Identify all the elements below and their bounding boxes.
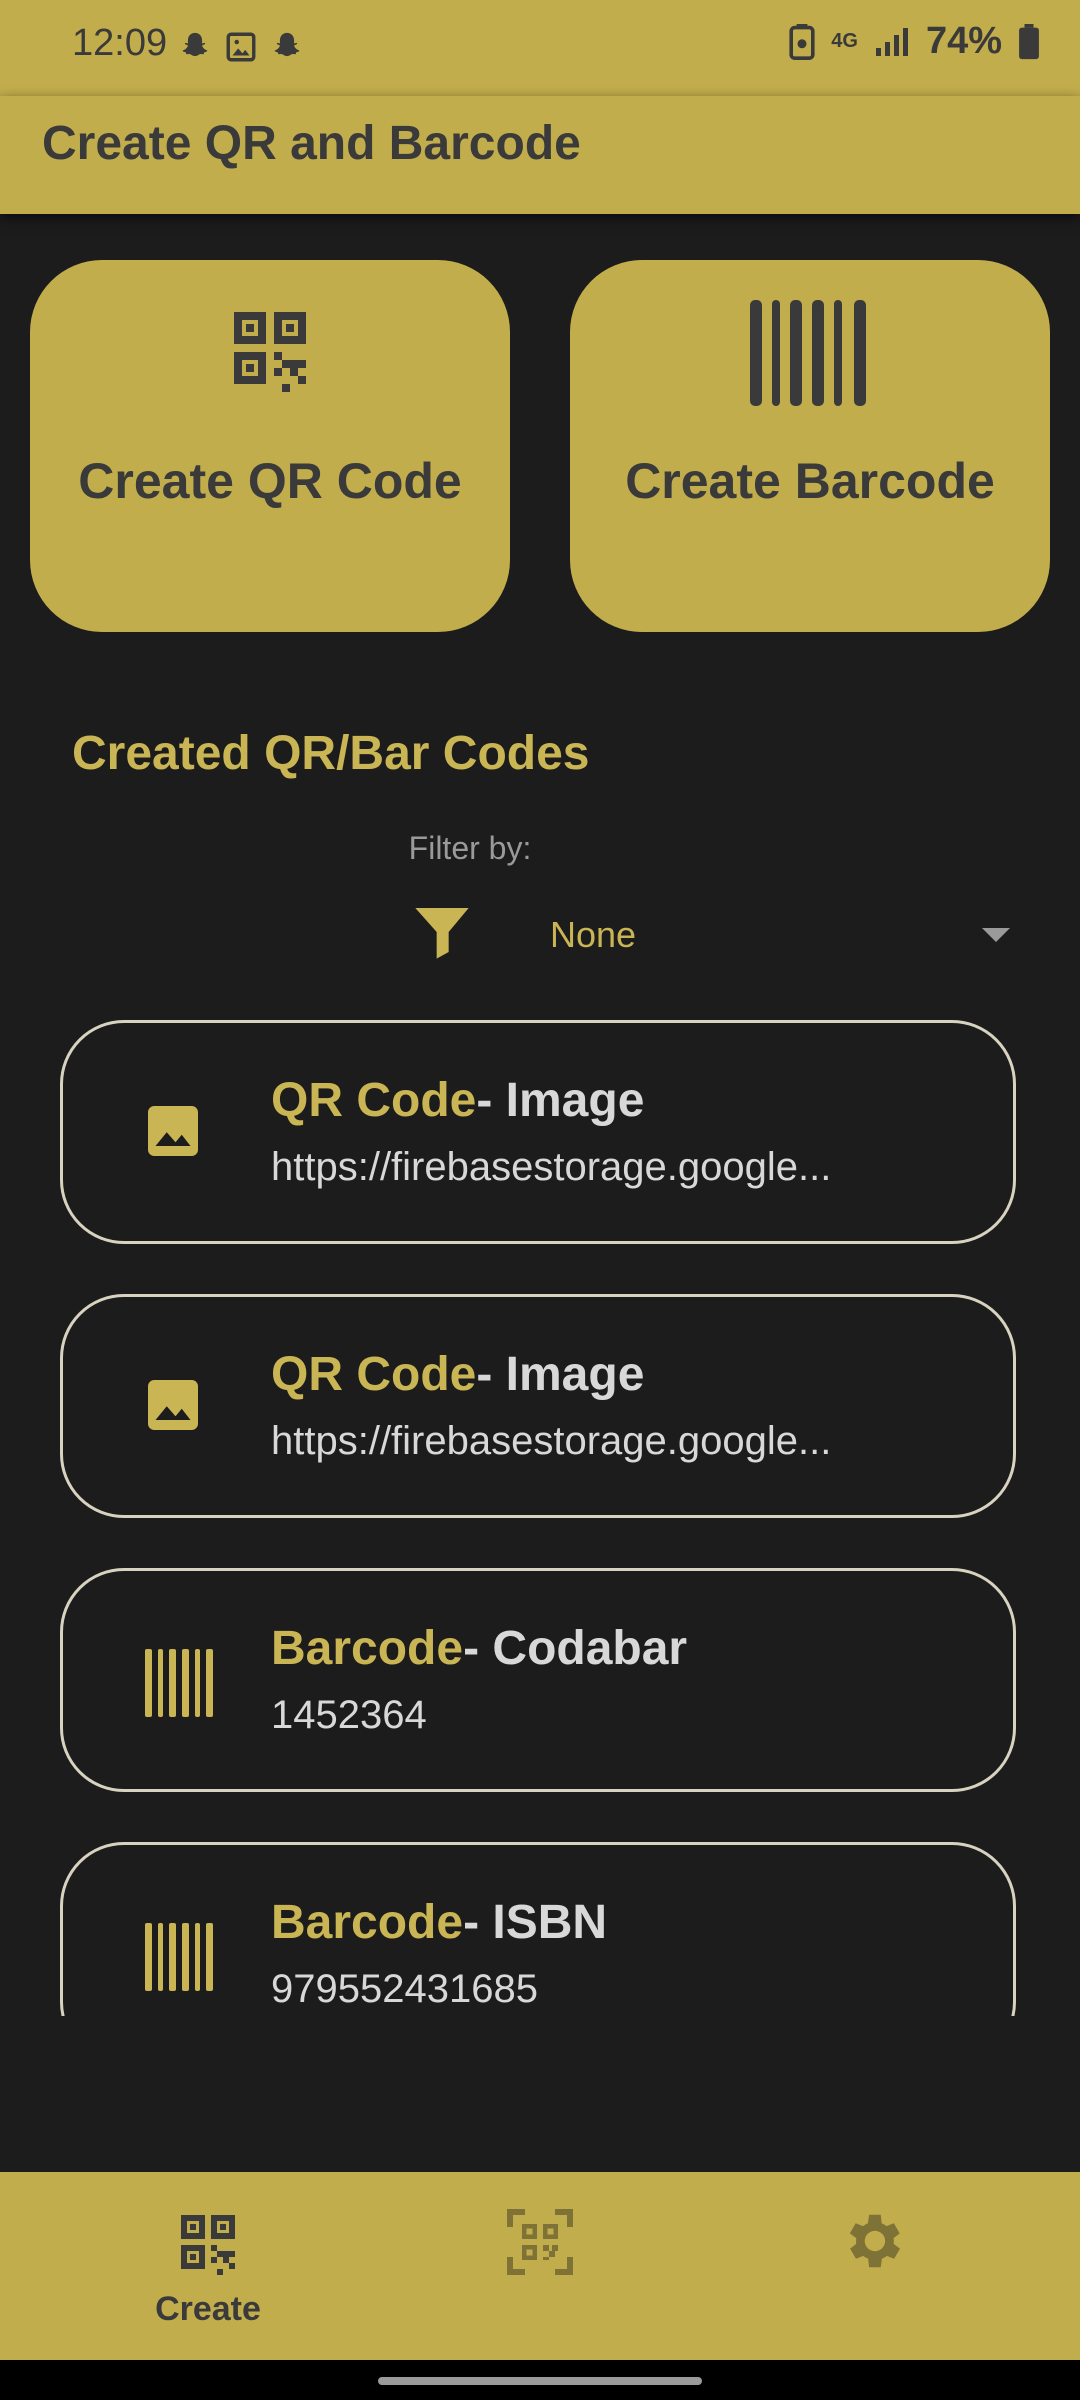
image-icon <box>148 1380 198 1430</box>
notification-icons <box>178 30 304 64</box>
battery-percent: 74% <box>925 20 1002 62</box>
snapchat-icon <box>182 32 208 57</box>
list-item[interactable]: Barcode- ISBN 979552431685 <box>60 1842 1016 2016</box>
code-content: https://firebasestorage.google... <box>271 1419 832 1463</box>
code-subtype: - Image <box>476 1348 645 1401</box>
create-barcode-button[interactable]: Create Barcode <box>570 260 1050 632</box>
page-title: Create QR and Barcode <box>42 117 581 170</box>
code-subtype: - ISBN <box>463 1896 608 1949</box>
code-kind: QR Code <box>271 1348 477 1401</box>
qr-code-icon <box>234 312 306 392</box>
list-item[interactable]: QR Code- Image https://firebasestorage.g… <box>60 1020 1016 1244</box>
nav-create[interactable]: Create <box>28 2172 388 2360</box>
barcode-icon <box>145 1649 213 1717</box>
app-bar: Create QR and Barcode <box>0 96 1080 214</box>
create-qr-code-button[interactable]: Create QR Code <box>30 260 510 632</box>
bottom-navigation: Create <box>0 2172 1080 2360</box>
create-barcode-label: Create Barcode <box>625 453 995 509</box>
create-qr-code-label: Create QR Code <box>78 453 462 509</box>
status-bar: 12:09 4G 74% <box>0 0 1080 96</box>
battery-icon <box>1019 23 1039 59</box>
list-item[interactable]: QR Code- Image https://firebasestorage.g… <box>60 1294 1016 1518</box>
code-content: 1452364 <box>271 1693 427 1737</box>
filter-dropdown[interactable]: None <box>410 900 1010 970</box>
code-kind: Barcode <box>271 1896 464 1949</box>
code-content: 979552431685 <box>271 1967 538 2011</box>
battery-saver-icon <box>789 23 815 60</box>
code-subtype: - Image <box>476 1074 645 1127</box>
chevron-down-icon <box>982 928 1010 942</box>
barcode-icon <box>145 1923 213 1991</box>
qr-scanner-icon <box>507 2209 573 2275</box>
filter-icon <box>415 908 469 959</box>
filter-value: None <box>550 914 637 955</box>
nav-scan[interactable] <box>360 2172 720 2360</box>
qr-code-icon <box>181 2215 235 2275</box>
code-kind: QR Code <box>271 1074 477 1127</box>
code-kind: Barcode <box>271 1622 464 1675</box>
gesture-navigation-bar <box>0 2360 1080 2400</box>
snapchat-icon <box>274 32 300 57</box>
gallery-icon <box>226 32 256 62</box>
network-type: 4G <box>831 30 858 52</box>
signal-icon <box>875 27 908 56</box>
barcode-icon <box>750 300 866 406</box>
nav-create-label: Create <box>155 2290 261 2328</box>
list-item[interactable]: Barcode- Codabar 1452364 <box>60 1568 1016 1792</box>
code-subtype: - Codabar <box>463 1622 688 1675</box>
filter-label: Filter by: <box>408 830 532 866</box>
gear-icon <box>849 2214 900 2268</box>
code-content: https://firebasestorage.google... <box>271 1145 832 1189</box>
home-gesture-handle[interactable] <box>378 2377 702 2385</box>
codes-list[interactable]: QR Code- Image https://firebasestorage.g… <box>0 1010 1080 2016</box>
image-icon <box>148 1106 198 1156</box>
nav-settings[interactable] <box>692 2172 1052 2360</box>
section-title: Created QR/Bar Codes <box>72 727 590 780</box>
status-time: 12:09 <box>72 22 168 64</box>
